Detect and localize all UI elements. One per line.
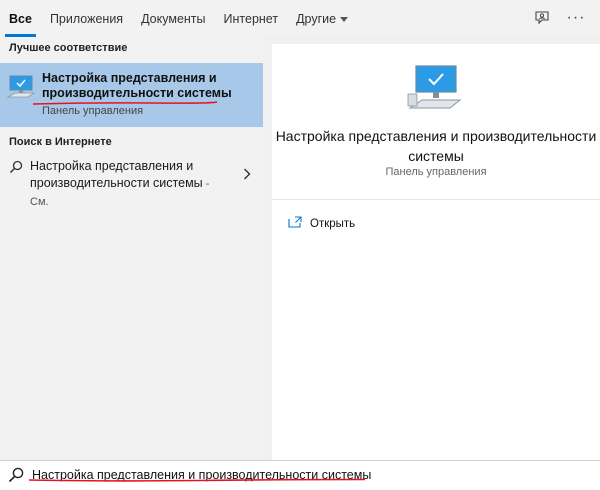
computer-icon — [406, 64, 466, 117]
tab-all[interactable]: Все — [0, 0, 41, 37]
tab-documents-label: Документы — [141, 11, 206, 26]
tab-apps[interactable]: Приложения — [41, 0, 132, 37]
tab-apps-label: Приложения — [49, 11, 124, 26]
chevron-right-icon[interactable] — [243, 167, 251, 185]
search-filter-tabs: Все Приложения Документы Интернет Другие — [0, 0, 600, 37]
results-list: Лучшее соответствие Настройка представле… — [0, 37, 263, 460]
search-icon — [9, 160, 23, 179]
caret-down-icon — [340, 16, 349, 22]
tab-more-label: Другие — [296, 11, 337, 26]
preview-subtitle: Панель управления — [385, 166, 487, 178]
best-match-result[interactable]: Настройка представления и производительн… — [0, 63, 263, 127]
tab-web[interactable]: Интернет — [215, 0, 288, 37]
search-box — [0, 460, 600, 490]
preview-title: Настройка представления и производительн… — [275, 128, 597, 164]
web-search-text: Настройка представления и производительн… — [30, 158, 230, 211]
open-button[interactable]: Открыть — [288, 214, 355, 234]
web-search-result[interactable]: Настройка представления и производительн… — [0, 154, 263, 208]
divider — [272, 199, 600, 200]
open-window-icon — [288, 215, 302, 233]
web-search-header: Поиск в Интернете — [9, 136, 112, 148]
best-match-subtitle: Панель управления — [42, 105, 144, 117]
top-right-actions: ··· — [532, 8, 586, 28]
best-match-title: Настройка представления и производительн… — [42, 71, 232, 100]
open-label: Открыть — [310, 218, 356, 230]
tab-documents[interactable]: Документы — [132, 0, 214, 37]
web-search-query: Настройка представления и производительн… — [30, 159, 203, 190]
more-options-icon[interactable]: ··· — [566, 8, 586, 28]
feedback-icon[interactable] — [532, 8, 552, 28]
tab-all-label: Все — [9, 11, 32, 26]
preview-pane: Настройка представления и производительн… — [272, 44, 600, 460]
tab-web-label: Интернет — [223, 11, 279, 26]
annotation-underline — [28, 478, 366, 482]
search-icon — [8, 467, 24, 488]
annotation-underline — [32, 101, 218, 105]
best-match-header: Лучшее соответствие — [9, 42, 128, 54]
tab-more[interactable]: Другие — [287, 0, 357, 37]
